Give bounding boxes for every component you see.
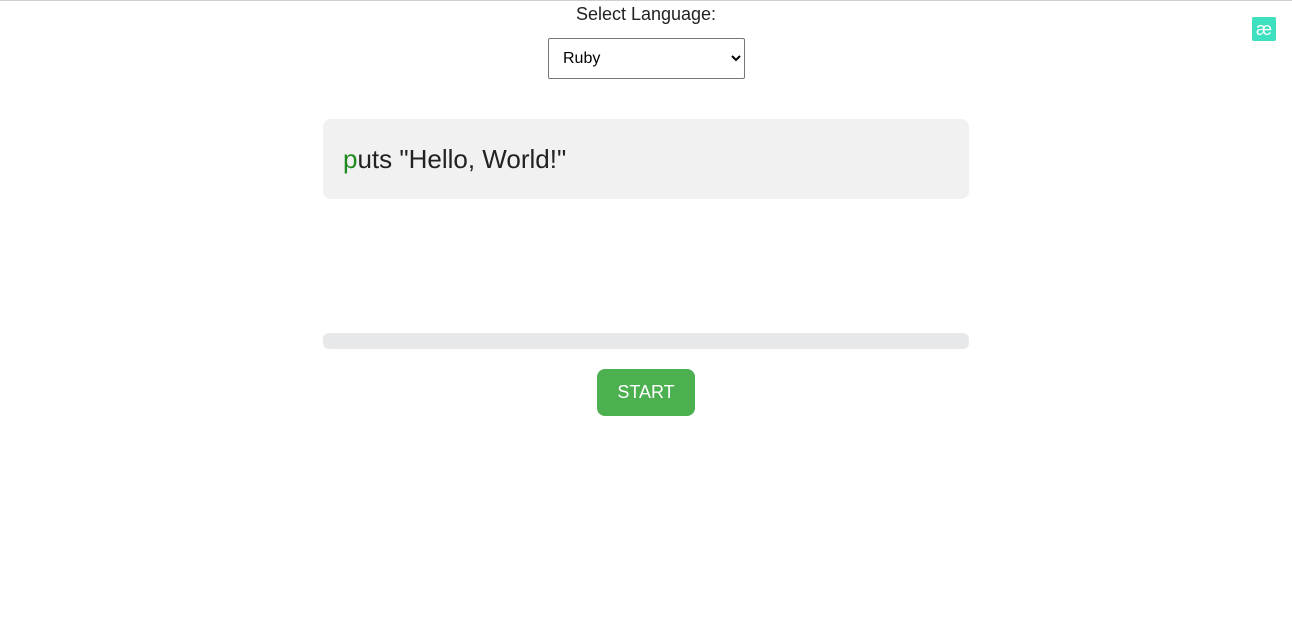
top-border	[0, 0, 1292, 1]
language-select-label: Select Language:	[575, 4, 717, 24]
language-select[interactable]: Ruby	[548, 38, 745, 79]
start-button[interactable]: START	[597, 369, 695, 416]
remaining-characters: uts "Hello, World!"	[357, 143, 567, 174]
ae-ligature-icon[interactable]: æ	[1252, 17, 1276, 41]
code-snippet-box: p uts "Hello, World!"	[323, 119, 969, 199]
typed-characters: p	[343, 143, 358, 174]
progress-bar	[323, 333, 969, 349]
